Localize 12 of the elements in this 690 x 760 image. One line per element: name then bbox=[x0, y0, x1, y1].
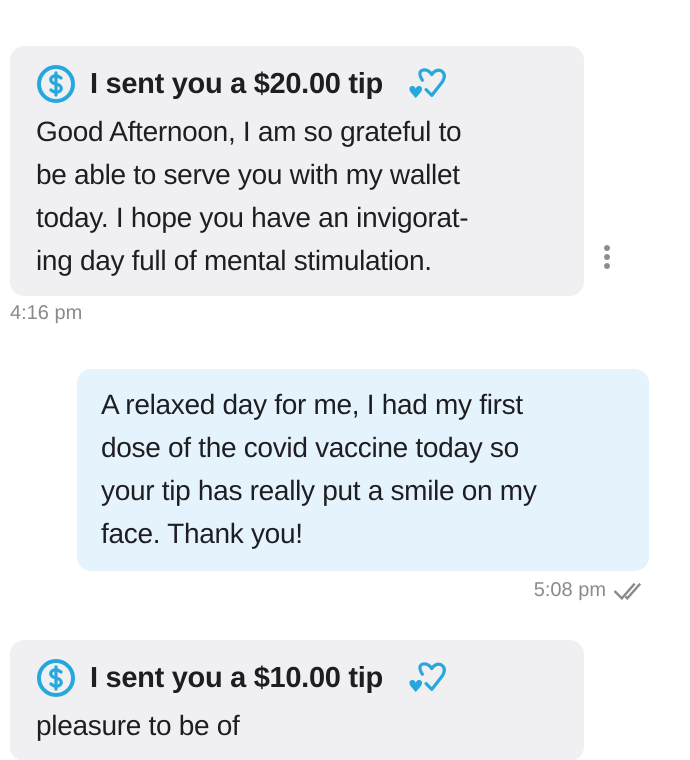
timestamp: 5:08 pm bbox=[534, 579, 606, 602]
dollar-icon bbox=[36, 64, 76, 104]
hearts-icon bbox=[406, 67, 449, 101]
message-text: pleasure to be of bbox=[36, 709, 241, 743]
more-icon[interactable] bbox=[603, 244, 611, 272]
tip-title: I sent you a $20.00 tip bbox=[90, 68, 383, 100]
hearts-icon bbox=[406, 661, 449, 695]
message-text: Good Afternoon, I am so grateful to be able to serve you with my wallet today. I hope you have an invigorat- ing day full of mental stimulation. bbox=[36, 115, 470, 278]
tip-title: I sent you a $10.00 tip bbox=[90, 662, 383, 694]
dollar-icon bbox=[36, 658, 76, 698]
timestamp: 4:16 pm bbox=[9, 301, 84, 325]
message-text: A relaxed day for me, I had my first dose of the covid vaccine today so your tip has really put a smile on my face. Thank you! bbox=[101, 388, 538, 551]
